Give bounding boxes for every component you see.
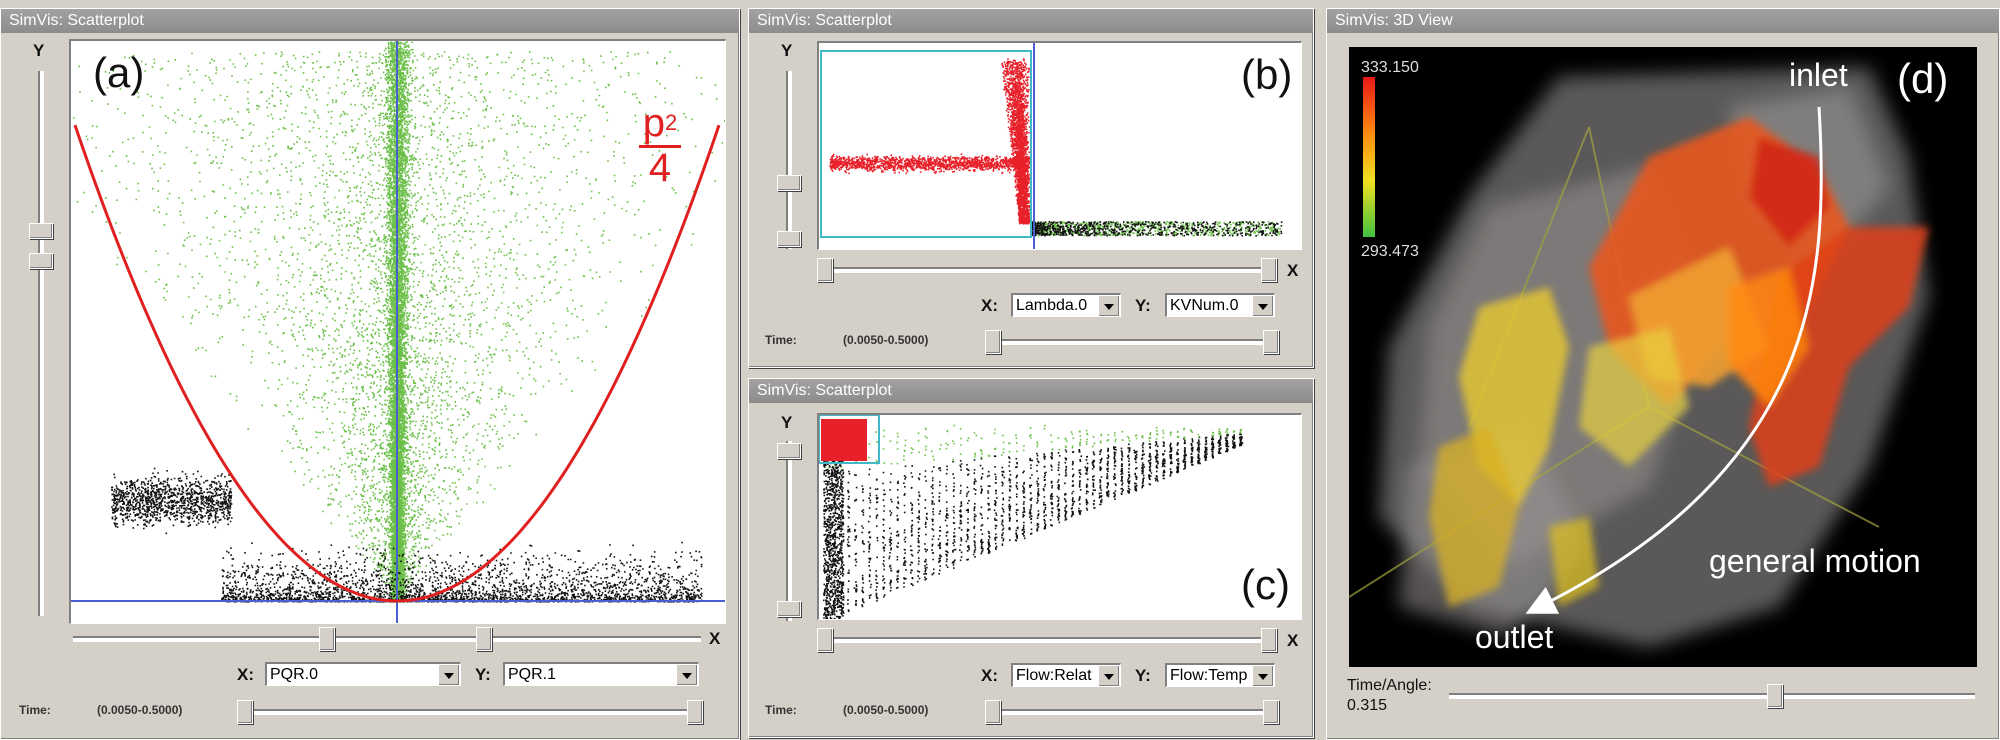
y-attribute-value: PQR.1 (508, 666, 557, 683)
brushed-region (821, 419, 867, 461)
panel-label: (a) (93, 49, 145, 96)
time-angle-value: 0.315 (1347, 697, 1388, 714)
legend-max-value: 333.150 (1361, 59, 1419, 76)
time-range: (0.0050-0.5000) (843, 703, 929, 717)
x-slider-min-handle[interactable] (319, 627, 335, 651)
y-select-label: Y: (1135, 296, 1151, 315)
context-points (823, 432, 1244, 619)
x-slider-max-handle[interactable] (476, 627, 492, 651)
y-slider-max-handle[interactable] (777, 175, 801, 191)
scatterplot-window-c: SimVis: Scatterplot Y (c) X X: Flow:Rela… (748, 378, 1314, 738)
x-attribute-value: PQR.0 (270, 666, 319, 683)
x-axis-label: X (1287, 261, 1299, 280)
time-label: Time: (765, 703, 797, 717)
window-title: SimVis: 3D View (1327, 9, 1999, 33)
x-slider-max-handle[interactable] (1261, 258, 1277, 282)
x-select-label: X: (981, 666, 998, 685)
annotation-denominator: 4 (648, 146, 672, 190)
x-range-slider[interactable] (73, 636, 701, 642)
x-attribute-select[interactable]: PQR.0 (265, 662, 461, 686)
x-slider-max-handle[interactable] (1261, 628, 1277, 652)
y-axis-label: Y (781, 41, 793, 60)
y-attribute-select[interactable]: Flow:Temp (1165, 663, 1275, 687)
annotation-exponent: 2 (665, 110, 678, 135)
chevron-down-icon[interactable] (1098, 665, 1120, 686)
time-label: Time: (765, 333, 797, 347)
y-attribute-select[interactable]: PQR.1 (503, 662, 699, 686)
time-range: (0.0050-0.5000) (843, 333, 929, 347)
scatterplot-window-a: SimVis: Scatterplot Y (a) p2 4 X X: PQR.… (0, 8, 740, 740)
time-slider[interactable] (237, 709, 701, 715)
x-axis-label: X (709, 629, 721, 648)
time-slider-max-handle[interactable] (687, 700, 703, 724)
y-slider-min-handle[interactable] (777, 601, 801, 617)
chevron-down-icon[interactable] (676, 664, 698, 685)
chevron-down-icon[interactable] (438, 664, 460, 685)
context-points (111, 467, 703, 603)
window-title: SimVis: Scatterplot (749, 9, 1313, 33)
chevron-down-icon[interactable] (1252, 665, 1274, 686)
time-slider-min-handle[interactable] (237, 700, 253, 724)
x-slider-min-handle[interactable] (817, 258, 833, 282)
time-slider[interactable] (985, 339, 1277, 345)
curve-annotation: p2 4 (639, 103, 681, 188)
scatterplot-canvas[interactable]: (b) (817, 41, 1302, 250)
x-axis-label: X (1287, 631, 1299, 650)
panel-label: (b) (1241, 51, 1293, 98)
y-axis-label: Y (781, 413, 793, 432)
y-slider-min-handle[interactable] (29, 253, 53, 269)
chevron-down-icon[interactable] (1252, 295, 1274, 316)
x-select-label: X: (981, 296, 998, 315)
general-motion-label: general motion (1709, 543, 1921, 579)
time-range: (0.0050-0.5000) (97, 703, 183, 717)
scatterplot-c (819, 415, 1244, 619)
y-range-slider[interactable] (786, 441, 792, 621)
time-slider[interactable] (985, 709, 1277, 715)
y-range-slider[interactable] (786, 71, 792, 249)
x-select-label: X: (237, 665, 254, 684)
x-range-slider[interactable] (821, 267, 1277, 273)
y-attribute-select[interactable]: KVNum.0 (1165, 293, 1275, 317)
scatterplot-canvas[interactable]: (c) (817, 413, 1302, 620)
time-slider-max-handle[interactable] (1263, 330, 1279, 354)
y-select-label: Y: (1135, 666, 1151, 685)
time-slider-max-handle[interactable] (1263, 700, 1279, 724)
3d-viewport[interactable]: 333.150 293.473 (d) inlet general motion… (1349, 47, 1977, 667)
scatterplot-canvas[interactable]: (a) p2 4 (69, 39, 726, 624)
panel-label: (d) (1897, 55, 1949, 102)
time-angle-label: Time/Angle: (1347, 677, 1432, 694)
scatterplot-window-b: SimVis: Scatterplot Y (b) X X: Lambda.0 … (748, 8, 1314, 368)
time-slider-min-handle[interactable] (985, 700, 1001, 724)
brush-rectangle (820, 50, 1032, 238)
color-legend-bar (1363, 77, 1375, 237)
x-attribute-select[interactable]: Flow:Relat (1011, 663, 1121, 687)
y-slider-min-handle[interactable] (777, 231, 801, 247)
focus-points (827, 424, 1243, 469)
annotation-p: p (642, 101, 665, 145)
window-title: SimVis: Scatterplot (749, 379, 1313, 403)
window-title: SimVis: Scatterplot (1, 9, 739, 33)
x-range-slider[interactable] (821, 637, 1277, 643)
3d-view-window: SimVis: 3D View 333.150 293.473 (d) inle… (1326, 8, 2000, 740)
time-angle-slider[interactable] (1449, 693, 1975, 699)
time-label: Time: (19, 703, 51, 717)
scatterplot-a (71, 41, 725, 623)
x-attribute-select[interactable]: Lambda.0 (1011, 293, 1121, 317)
chevron-down-icon[interactable] (1098, 295, 1120, 316)
panel-label: (c) (1241, 561, 1290, 608)
legend-min-value: 293.473 (1361, 243, 1419, 260)
y-range-slider[interactable] (38, 71, 44, 616)
scatterplot-b (820, 43, 1283, 249)
y-slider-max-handle[interactable] (777, 443, 801, 459)
y-select-label: Y: (475, 665, 491, 684)
x-slider-min-handle[interactable] (817, 628, 833, 652)
y-slider-max-handle[interactable] (29, 223, 53, 239)
inlet-label: inlet (1789, 57, 1848, 93)
time-angle-slider-handle[interactable] (1767, 684, 1783, 708)
outlet-label: outlet (1475, 619, 1554, 655)
y-axis-label: Y (33, 41, 45, 60)
brushed-points (829, 58, 1031, 225)
time-slider-min-handle[interactable] (985, 330, 1001, 354)
